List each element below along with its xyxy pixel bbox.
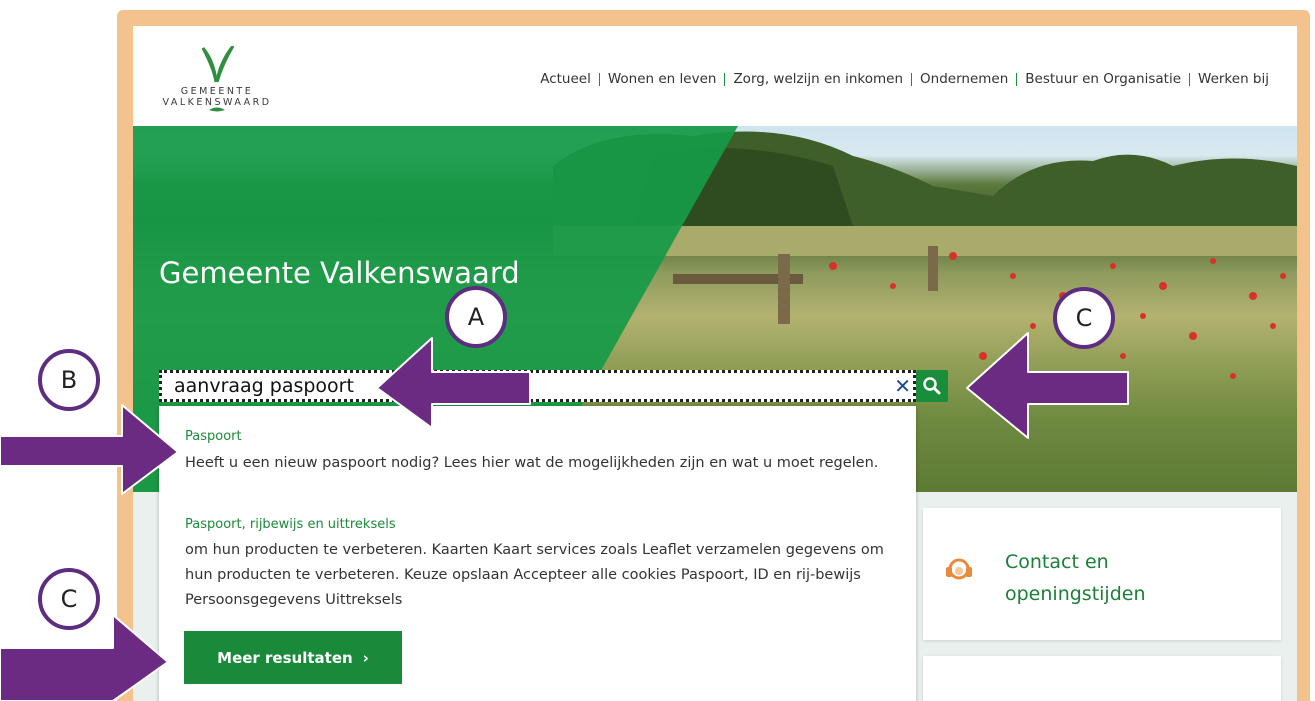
arrow-a-icon: [376, 337, 531, 429]
annotation-badge-a: A: [445, 286, 507, 348]
arrow-c-more-icon: [0, 614, 169, 701]
annotation-badge-c: C: [38, 568, 100, 630]
annotation-badge-b: B: [38, 349, 100, 411]
arrow-c-search-icon: [966, 332, 1129, 439]
annotation-arrows: [0, 332, 1129, 701]
arrow-b-icon: [0, 404, 179, 495]
annotation-badge-c: C: [1053, 287, 1115, 349]
